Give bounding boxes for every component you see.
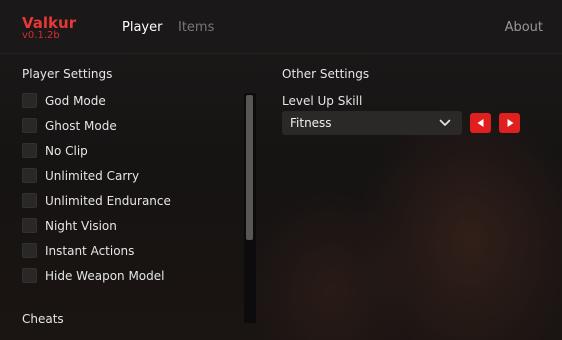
- night-vision-checkbox[interactable]: [22, 218, 37, 233]
- option-unlimited-endurance[interactable]: Unlimited Endurance: [22, 192, 171, 209]
- instant-actions-checkbox[interactable]: [22, 243, 37, 258]
- option-night-vision[interactable]: Night Vision: [22, 217, 117, 234]
- previous-skill-button[interactable]: [470, 113, 491, 133]
- next-skill-button[interactable]: [499, 113, 520, 133]
- brand-version: v0.1.2b: [22, 30, 60, 41]
- option-ghost-mode[interactable]: Ghost Mode: [22, 117, 117, 134]
- skill-select[interactable]: Fitness: [282, 111, 462, 135]
- option-label: No Clip: [45, 143, 88, 158]
- option-label: Instant Actions: [45, 243, 135, 258]
- option-label: Unlimited Endurance: [45, 193, 171, 208]
- triangle-right-icon: [507, 119, 513, 127]
- skill-select-value: Fitness: [290, 116, 332, 130]
- chevron-down-icon: [439, 119, 451, 126]
- about-link[interactable]: About: [505, 20, 543, 35]
- ghost-mode-checkbox[interactable]: [22, 118, 37, 133]
- option-no-clip[interactable]: No Clip: [22, 142, 88, 159]
- other-settings-title: Other Settings: [282, 67, 370, 81]
- unlimited-endurance-checkbox[interactable]: [22, 193, 37, 208]
- scrollbar-thumb[interactable]: [246, 95, 253, 240]
- no-clip-checkbox[interactable]: [22, 143, 37, 158]
- tab-player[interactable]: Player: [122, 20, 162, 35]
- level-up-skill-label: Level Up Skill: [282, 94, 363, 108]
- tab-items[interactable]: Items: [178, 20, 214, 35]
- option-instant-actions[interactable]: Instant Actions: [22, 242, 134, 259]
- option-label: Hide Weapon Model: [45, 268, 165, 283]
- option-hide-weapon-model[interactable]: Hide Weapon Model: [22, 267, 164, 284]
- player-settings-title: Player Settings: [22, 67, 113, 81]
- option-label: Night Vision: [45, 218, 117, 233]
- option-label: God Mode: [45, 93, 106, 108]
- option-god-mode[interactable]: God Mode: [22, 92, 106, 109]
- god-mode-checkbox[interactable]: [22, 93, 37, 108]
- option-label: Unlimited Carry: [45, 168, 140, 183]
- option-unlimited-carry[interactable]: Unlimited Carry: [22, 167, 139, 184]
- hide-weapon-model-checkbox[interactable]: [22, 268, 37, 283]
- app-window: Valkur v0.1.2b Player Items About Player…: [0, 0, 562, 340]
- cheats-title: Cheats: [22, 312, 64, 326]
- triangle-left-icon: [477, 119, 483, 127]
- unlimited-carry-checkbox[interactable]: [22, 168, 37, 183]
- settings-scrollbar[interactable]: [244, 93, 256, 323]
- option-label: Ghost Mode: [45, 118, 117, 133]
- header-bar: Valkur v0.1.2b Player Items About: [0, 0, 562, 54]
